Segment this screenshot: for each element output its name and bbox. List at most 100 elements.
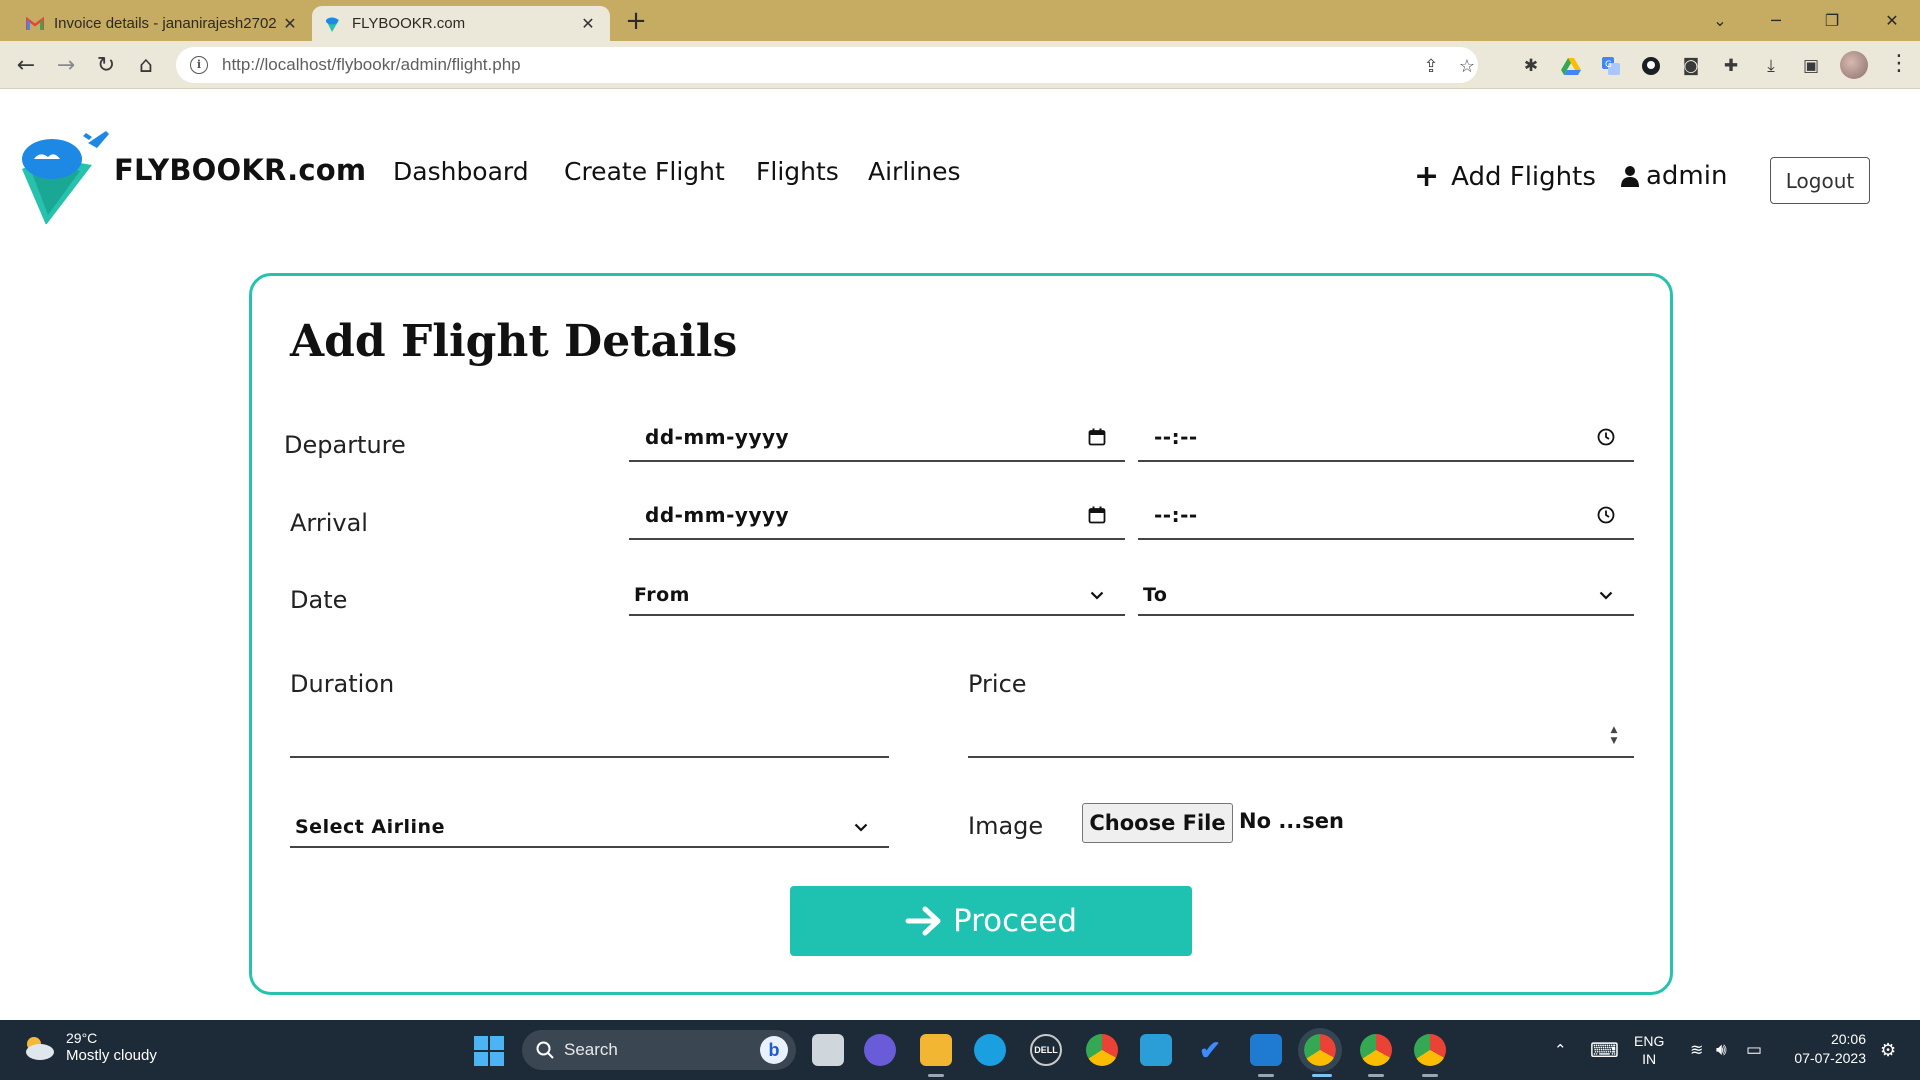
price-label: Price	[968, 670, 1027, 698]
battery-icon[interactable]: ▭	[1746, 1020, 1762, 1080]
extensions-puzzle-icon[interactable]: ✚	[1720, 55, 1742, 77]
gmail-icon	[26, 15, 44, 33]
chrome-profile-f-icon[interactable]	[1360, 1034, 1392, 1066]
arrival-date-input[interactable]: dd-mm-yyyy	[629, 492, 1125, 540]
start-button[interactable]	[474, 1036, 504, 1066]
search-label: Search	[564, 1040, 618, 1059]
keyboard-icon[interactable]: ⌨	[1590, 1020, 1619, 1080]
nav-dashboard[interactable]: Dashboard	[393, 157, 529, 186]
nav-airlines[interactable]: Airlines	[868, 157, 960, 186]
taskbar-search[interactable]: Search b	[522, 1030, 796, 1070]
side-panel-icon[interactable]: ▣	[1800, 55, 1822, 77]
profile-avatar[interactable]	[1840, 51, 1868, 79]
restore-button[interactable]: ❐	[1804, 0, 1860, 41]
share-icon[interactable]: ⇪	[1420, 55, 1442, 77]
image-label: Image	[968, 812, 1044, 840]
price-input[interactable]: ▲ ▼	[968, 716, 1634, 758]
arrival-time-value: --:--	[1154, 503, 1198, 527]
home-button[interactable]: ⌂	[130, 49, 162, 81]
logout-button[interactable]: Logout	[1770, 157, 1870, 204]
volume-icon[interactable]: 🔊︎	[1716, 1020, 1727, 1080]
to-select-value: To	[1143, 584, 1168, 606]
todo-check-icon[interactable]: ✔	[1194, 1034, 1226, 1066]
page-content: FLYBOOKR.com Dashboard Create Flight Fli…	[0, 89, 1920, 1020]
departure-date-input[interactable]: dd-mm-yyyy	[629, 414, 1125, 462]
bookmark-star-icon[interactable]: ☆	[1456, 55, 1478, 77]
close-tab-icon[interactable]: ✕	[280, 14, 300, 34]
language-indicator[interactable]: ENG IN	[1634, 1020, 1664, 1080]
brand-name[interactable]: FLYBOOKR.com	[114, 153, 366, 187]
google-drive-icon[interactable]	[1560, 55, 1582, 77]
active-indicator	[1312, 1074, 1332, 1077]
chrome-menu-icon[interactable]: ⋮	[1888, 51, 1910, 79]
system-clock[interactable]: 20:06 07-07-2023	[1782, 1030, 1866, 1068]
google-translate-icon[interactable]: G	[1600, 55, 1622, 77]
task-view-icon[interactable]	[812, 1034, 844, 1066]
extension-bug-icon[interactable]: ✱	[1520, 55, 1542, 77]
minimize-button[interactable]: ─	[1748, 0, 1804, 41]
user-icon	[1621, 166, 1639, 187]
show-hidden-icons-chevron-icon[interactable]: ⌃	[1554, 1020, 1567, 1080]
tab-flybookr[interactable]: FLYBOOKR.com ✕	[312, 6, 610, 41]
download-icon[interactable]: ⤓	[1760, 55, 1782, 77]
clock-icon[interactable]	[1588, 428, 1624, 446]
chrome-profile-active-icon[interactable]	[1298, 1028, 1342, 1072]
form-title: Add Flight Details	[290, 316, 738, 367]
chrome-icon[interactable]	[1086, 1034, 1118, 1066]
clock-icon[interactable]	[1588, 506, 1624, 524]
dell-icon[interactable]: DELL	[1030, 1034, 1062, 1066]
nav-flights[interactable]: Flights	[756, 157, 839, 186]
vscode-icon[interactable]	[1250, 1034, 1282, 1066]
remote-desktop-icon[interactable]	[1140, 1034, 1172, 1066]
departure-date-value: dd-mm-yyyy	[645, 425, 790, 449]
forward-button[interactable]: →	[50, 49, 82, 81]
to-select[interactable]: To	[1138, 576, 1634, 616]
bing-icon[interactable]: b	[760, 1036, 788, 1064]
svg-text:G: G	[1605, 60, 1612, 70]
close-window-button[interactable]: ✕	[1864, 0, 1920, 41]
choose-file-button[interactable]: Choose File	[1082, 803, 1233, 843]
camera-icon[interactable]: ◙	[1680, 55, 1702, 77]
lang-line-1: ENG	[1634, 1033, 1665, 1049]
site-info-icon[interactable]: i	[190, 56, 208, 74]
add-flights-label: Add Flights	[1451, 161, 1596, 192]
notification-icon[interactable]: ⚙	[1880, 1020, 1896, 1080]
wifi-icon[interactable]: ≋	[1690, 1020, 1703, 1080]
number-spinner-icon[interactable]: ▲ ▼	[1604, 725, 1624, 747]
search-icon	[536, 1041, 554, 1059]
back-button[interactable]: ←	[10, 49, 42, 81]
arrival-label: Arrival	[290, 509, 368, 537]
tab-search-chevron-icon[interactable]: ⌄	[1692, 0, 1748, 41]
edge-icon[interactable]	[974, 1034, 1006, 1066]
admin-user-link[interactable]: admin	[1620, 161, 1727, 191]
reload-button[interactable]: ↻	[90, 49, 122, 81]
calendar-icon[interactable]	[1079, 428, 1115, 446]
calendar-icon[interactable]	[1079, 506, 1115, 524]
flybookr-logo-icon[interactable]	[18, 129, 118, 224]
close-tab-icon[interactable]: ✕	[578, 14, 598, 34]
new-tab-button[interactable]: +	[622, 8, 650, 36]
chrome-profile-j-icon[interactable]	[1414, 1034, 1446, 1066]
duration-input[interactable]	[290, 716, 889, 758]
windows-taskbar: 29°C Mostly cloudy Search b DELL ✔ ⌃ ⌨ E…	[0, 1020, 1920, 1080]
weather-widget[interactable]: 29°C Mostly cloudy	[22, 1030, 157, 1065]
add-flight-form-card: Add Flight Details Departure dd-mm-yyyy …	[249, 273, 1673, 995]
tab-gmail-invoice[interactable]: Invoice details - jananirajesh2702 ✕	[14, 6, 312, 41]
chevron-down-icon	[1588, 591, 1624, 600]
lang-line-2: IN	[1642, 1051, 1657, 1067]
file-status-text: No ...sen	[1239, 809, 1344, 833]
proceed-button[interactable]: Proceed	[790, 886, 1192, 956]
github-icon[interactable]	[1640, 55, 1662, 77]
teams-chat-icon[interactable]	[864, 1034, 896, 1066]
departure-time-input[interactable]: --:--	[1138, 414, 1634, 462]
from-select[interactable]: From	[629, 576, 1125, 616]
add-flights-link[interactable]: + Add Flights	[1414, 159, 1596, 194]
from-select-value: From	[634, 584, 690, 606]
address-bar[interactable]: i http://localhost/flybookr/admin/flight…	[176, 47, 1478, 83]
file-explorer-icon[interactable]	[920, 1034, 952, 1066]
arrival-time-input[interactable]: --:--	[1138, 492, 1634, 540]
weather-desc: Mostly cloudy	[66, 1047, 157, 1064]
nav-create-flight[interactable]: Create Flight	[564, 157, 725, 186]
airline-select[interactable]: Select Airline	[290, 808, 889, 848]
arrow-right-icon	[905, 906, 941, 936]
